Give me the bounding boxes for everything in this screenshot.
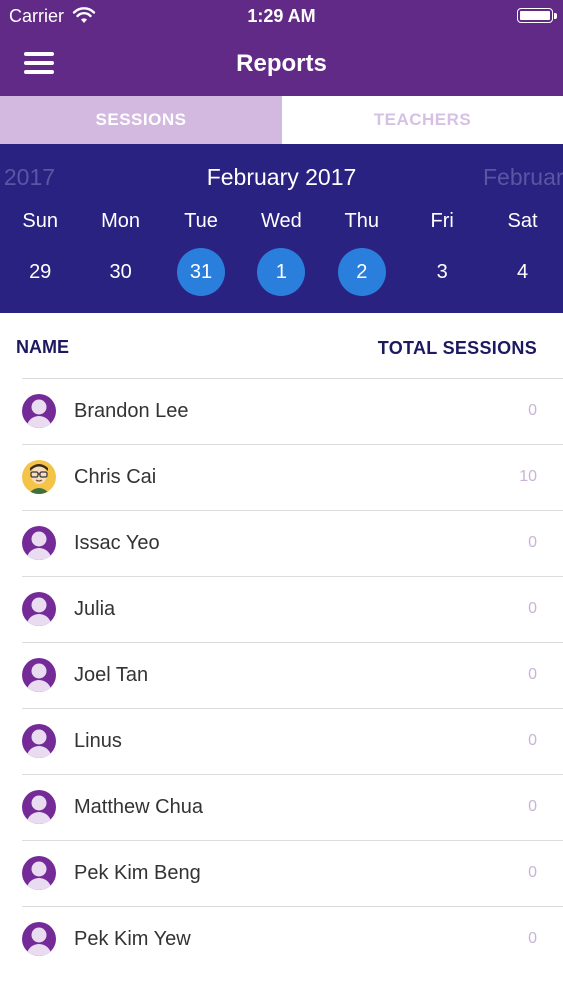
table-row[interactable]: Matthew Chua 0 xyxy=(0,774,563,840)
table-row[interactable]: Brandon Lee 0 xyxy=(0,378,563,444)
row-total-sessions: 0 xyxy=(528,534,537,551)
app-header: Carrier 1:29 AM Reports xyxy=(0,0,563,96)
row-total-sessions: 0 xyxy=(528,600,537,617)
date-cell-selected[interactable]: 2 xyxy=(322,248,402,296)
table-row[interactable]: Pek Kim Beng 0 xyxy=(0,840,563,906)
row-total-sessions: 0 xyxy=(528,732,537,749)
column-header-total-sessions[interactable]: TOTAL SESSIONS xyxy=(378,338,537,359)
row-divider xyxy=(22,774,563,775)
date-number: 4 xyxy=(516,260,529,283)
table-row[interactable]: Chris Cai 10 xyxy=(0,444,563,510)
weekday-label: Wed xyxy=(260,210,302,232)
row-name: Matthew Chua xyxy=(74,796,203,818)
battery-icon xyxy=(517,8,557,23)
date-number: 2 xyxy=(337,248,386,296)
date-cell[interactable]: 29 xyxy=(0,248,80,296)
date-number: 31 xyxy=(176,248,225,296)
row-divider xyxy=(22,510,563,511)
date-number: 29 xyxy=(29,260,52,283)
row-total-sessions: 10 xyxy=(519,468,537,485)
default-avatar-icon xyxy=(22,526,56,560)
default-avatar-icon xyxy=(22,724,56,758)
row-name: Chris Cai xyxy=(74,466,157,488)
row-divider xyxy=(22,708,563,709)
weekday-header: Sun Mon Tue Wed Thu Fri Sat xyxy=(0,210,563,233)
default-avatar-icon xyxy=(22,856,56,890)
tab-bar: SESSIONS TEACHERS xyxy=(0,96,563,144)
row-divider xyxy=(22,906,563,907)
column-header-name[interactable]: NAME xyxy=(16,337,69,358)
date-cell[interactable]: 4 xyxy=(482,248,562,296)
row-name: Pek Kim Beng xyxy=(74,862,201,884)
default-avatar-icon xyxy=(22,394,56,428)
date-number: 1 xyxy=(257,248,306,296)
date-cell-selected[interactable]: 31 xyxy=(161,248,241,296)
date-cell[interactable]: 3 xyxy=(402,248,482,296)
row-divider xyxy=(22,840,563,841)
date-cell[interactable]: 30 xyxy=(80,248,160,296)
date-number: 3 xyxy=(436,260,448,283)
weekday-label: Mon xyxy=(101,210,141,232)
table-row[interactable]: Julia 0 xyxy=(0,576,563,642)
table-row[interactable]: Pek Kim Yew 0 xyxy=(0,906,563,972)
row-total-sessions: 0 xyxy=(528,402,537,419)
default-avatar-icon xyxy=(22,658,56,692)
row-divider xyxy=(22,642,563,643)
cartoon-avatar-icon xyxy=(22,460,56,494)
default-avatar-icon xyxy=(22,922,56,956)
row-total-sessions: 0 xyxy=(528,930,537,947)
row-total-sessions: 0 xyxy=(528,798,537,815)
row-name: Brandon Lee xyxy=(74,400,189,422)
default-avatar-icon xyxy=(22,790,56,824)
next-month-label[interactable]: Februar xyxy=(483,164,563,191)
table-row[interactable]: Joel Tan 0 xyxy=(0,642,563,708)
row-name: Issac Yeo xyxy=(74,532,160,554)
row-name: Pek Kim Yew xyxy=(74,928,191,950)
date-cell-selected[interactable]: 1 xyxy=(241,248,321,296)
date-number: 30 xyxy=(109,260,132,283)
report-list: Brandon Lee 0 Chris Cai 10 Issac Yeo 0 J… xyxy=(0,378,563,972)
weekday-label: Thu xyxy=(344,210,379,232)
weekday-label: Tue xyxy=(184,210,218,232)
current-month-label: February 2017 xyxy=(206,164,357,190)
row-total-sessions: 0 xyxy=(528,666,537,683)
status-time: 1:29 AM xyxy=(247,6,316,26)
table-row[interactable]: Issac Yeo 0 xyxy=(0,510,563,576)
weekday-label: Sun xyxy=(22,210,58,232)
table-row[interactable]: Linus 0 xyxy=(0,708,563,774)
tab-teachers[interactable]: TEACHERS xyxy=(282,96,563,144)
date-row: 29 30 31 1 2 3 4 xyxy=(0,248,563,296)
row-divider xyxy=(22,576,563,577)
default-avatar-icon xyxy=(22,592,56,626)
table-header: NAME TOTAL SESSIONS xyxy=(0,313,563,379)
week-calendar[interactable]: y 2017 February 2017 Februar Sun Mon Tue… xyxy=(0,144,563,313)
weekday-label: Sat xyxy=(507,210,538,232)
row-total-sessions: 0 xyxy=(528,864,537,881)
status-bar: Carrier 1:29 AM xyxy=(0,0,563,32)
row-name: Joel Tan xyxy=(74,664,149,686)
row-name: Linus xyxy=(74,730,122,752)
weekday-label: Fri xyxy=(430,210,454,232)
row-name: Julia xyxy=(74,598,116,620)
row-divider xyxy=(22,378,563,379)
page-title: Reports xyxy=(236,50,327,77)
tab-sessions[interactable]: SESSIONS xyxy=(0,96,282,144)
row-divider xyxy=(22,444,563,445)
